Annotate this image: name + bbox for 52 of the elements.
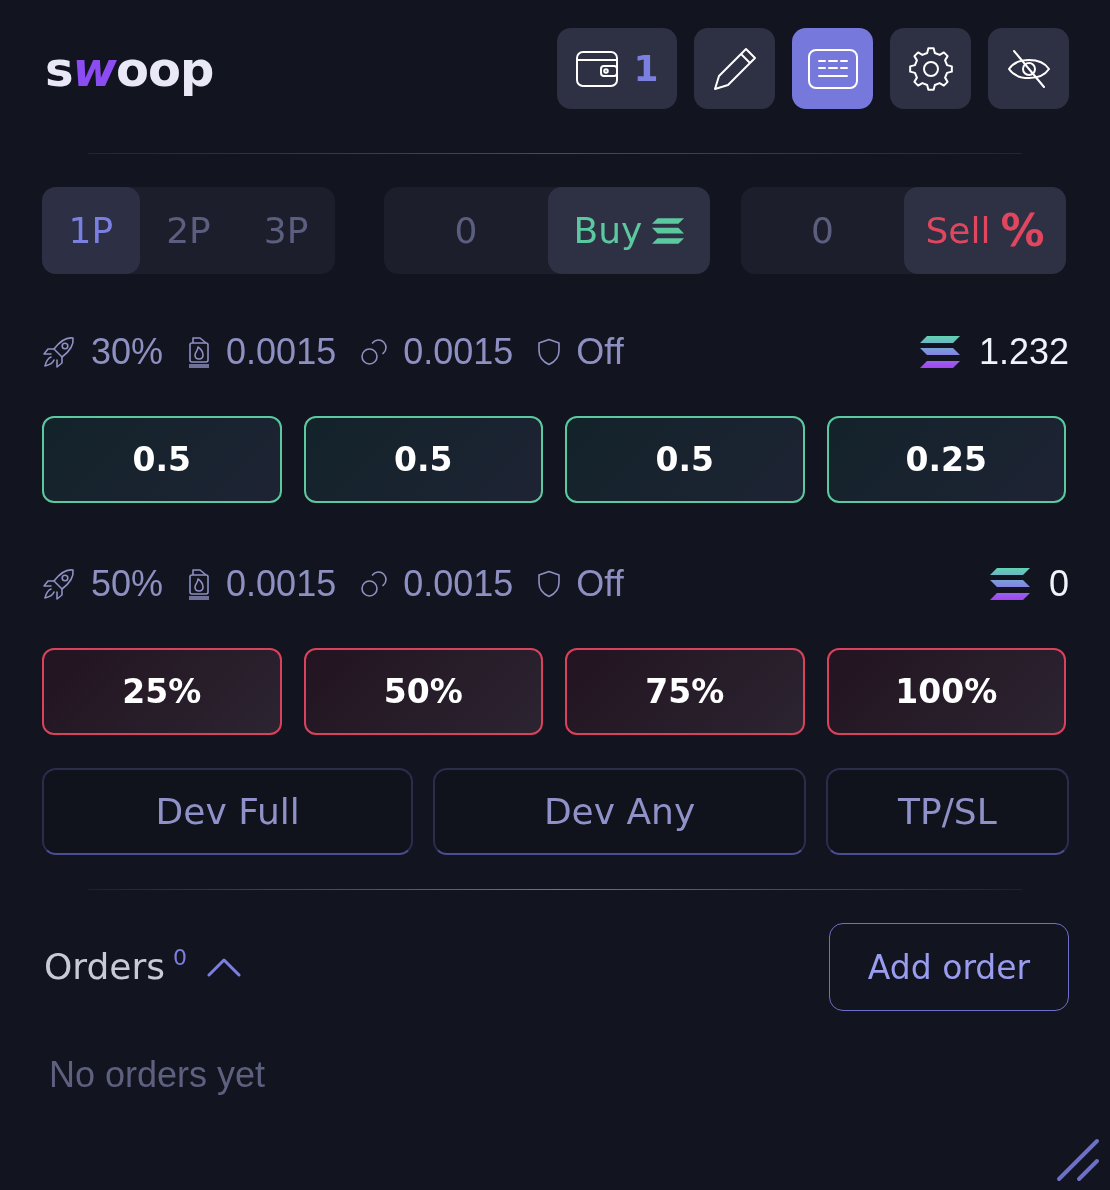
orders-count: 0 bbox=[173, 947, 188, 969]
buy-amount-button[interactable]: 0.25 bbox=[826, 416, 1066, 503]
rocket-icon bbox=[42, 335, 76, 369]
stat-value: 0.0015 bbox=[403, 332, 514, 372]
sell-percent-button[interactable]: 25% bbox=[42, 648, 282, 735]
pencil-icon bbox=[711, 45, 758, 92]
buy-amount-button[interactable]: 0.5 bbox=[565, 416, 805, 503]
sell-percent-button[interactable]: 75% bbox=[565, 648, 805, 735]
hide-button[interactable] bbox=[988, 28, 1069, 109]
action-button[interactable]: TP/SL bbox=[825, 768, 1069, 855]
rings-icon bbox=[360, 570, 389, 598]
eye-off-icon bbox=[1005, 48, 1052, 89]
buy-button[interactable]: Buy bbox=[548, 187, 710, 274]
fuel-can-icon bbox=[187, 336, 212, 368]
balance-value: 1.232 bbox=[978, 332, 1069, 372]
buy-amount-button[interactable]: 0.5 bbox=[303, 416, 543, 503]
sell-amount-input[interactable]: 0 bbox=[741, 187, 904, 274]
orders-title: Orders bbox=[44, 947, 166, 987]
empty-orders-text: No orders yet bbox=[49, 1055, 267, 1095]
solana-icon bbox=[989, 568, 1030, 600]
stat-value: 0.0015 bbox=[226, 332, 337, 372]
add-order-button[interactable]: Add order bbox=[829, 923, 1069, 1011]
stat-value: Off bbox=[576, 332, 624, 372]
wallet-button[interactable]: 1 bbox=[557, 28, 677, 109]
action-button[interactable]: Dev Full bbox=[42, 768, 414, 855]
resize-handle-icon[interactable] bbox=[1056, 1138, 1100, 1182]
solana-icon bbox=[652, 217, 685, 244]
rocket-icon bbox=[42, 567, 76, 601]
stat-value: Off bbox=[576, 564, 624, 604]
keyboard-icon bbox=[807, 48, 858, 89]
shield-icon bbox=[537, 338, 562, 366]
keyboard-button[interactable] bbox=[792, 28, 873, 109]
stat-value: 30% bbox=[91, 332, 164, 372]
buy-amount-input[interactable]: 0 bbox=[384, 187, 548, 274]
balance-value: 0 bbox=[1048, 564, 1069, 604]
edit-button[interactable] bbox=[694, 28, 775, 109]
shield-icon bbox=[537, 570, 562, 598]
settings-icon bbox=[907, 45, 954, 92]
stat-value: 50% bbox=[91, 564, 164, 604]
stat-value: 0.0015 bbox=[403, 564, 514, 604]
settings-button[interactable] bbox=[890, 28, 971, 109]
fuel-can-icon bbox=[187, 568, 212, 600]
buy-amount-button[interactable]: 0.5 bbox=[42, 416, 282, 503]
rings-icon bbox=[360, 338, 389, 366]
action-button[interactable]: Dev Any bbox=[433, 768, 806, 855]
stat-value: 0.0015 bbox=[226, 564, 337, 604]
chevron-up-icon[interactable] bbox=[207, 957, 242, 977]
solana-icon bbox=[919, 336, 960, 368]
wallet-icon bbox=[575, 48, 620, 89]
preset-tab[interactable]: 1P bbox=[42, 187, 140, 274]
sell-percent-button[interactable]: 50% bbox=[303, 648, 543, 735]
sell-percent-button[interactable]: 100% bbox=[826, 648, 1066, 735]
